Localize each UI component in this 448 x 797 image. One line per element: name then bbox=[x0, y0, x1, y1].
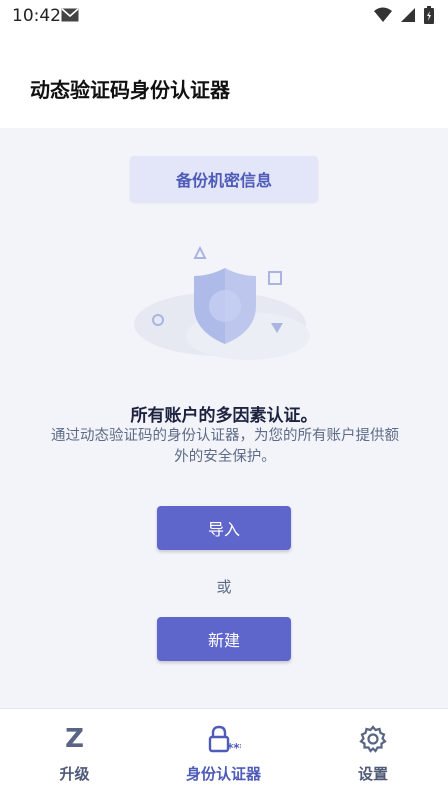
nav-item-settings[interactable]: 设置 bbox=[298, 709, 448, 797]
backup-secrets-button[interactable]: 备份机密信息 bbox=[130, 156, 318, 202]
z-logo-icon: Z bbox=[65, 724, 84, 754]
mail-icon bbox=[61, 8, 79, 22]
new-button[interactable]: 新建 bbox=[157, 617, 291, 661]
subtitle: 通过动态验证码的身份认证器，为您的所有账户提供额外的安全保护。 bbox=[51, 428, 399, 465]
svg-text:***: *** bbox=[227, 741, 241, 753]
bottom-nav: Z 升级 *** 身份认证器 设置 bbox=[0, 708, 448, 796]
battery-icon bbox=[424, 6, 434, 24]
or-text: 或 bbox=[216, 578, 232, 596]
wifi-icon bbox=[374, 7, 392, 22]
nav-label-upgrade: 升级 bbox=[59, 765, 90, 783]
nav-item-authenticator[interactable]: *** 身份认证器 bbox=[149, 709, 298, 797]
status-time: 10:42 bbox=[12, 6, 61, 26]
status-icons bbox=[374, 6, 434, 24]
headline: 所有账户的多因素认证。 bbox=[130, 406, 318, 426]
import-button[interactable]: 导入 bbox=[157, 506, 291, 550]
gear-icon bbox=[359, 725, 387, 753]
nav-label-authenticator: 身份认证器 bbox=[185, 765, 261, 783]
status-bar: 10:42 bbox=[0, 0, 448, 32]
nav-label-settings: 设置 bbox=[357, 765, 388, 783]
signal-icon bbox=[401, 8, 415, 22]
main-content: 备份机密信息 所有账户的多因素认证。 通过动态验证码的身份认证器，为您的所有账户… bbox=[0, 128, 448, 708]
lock-password-icon: *** bbox=[207, 725, 241, 753]
page-title: 动态验证码身份认证器 bbox=[30, 78, 230, 102]
security-shield-illustration bbox=[134, 246, 310, 360]
app-bar: 动态验证码身份认证器 bbox=[0, 32, 448, 128]
nav-item-upgrade[interactable]: Z 升级 bbox=[0, 709, 149, 797]
